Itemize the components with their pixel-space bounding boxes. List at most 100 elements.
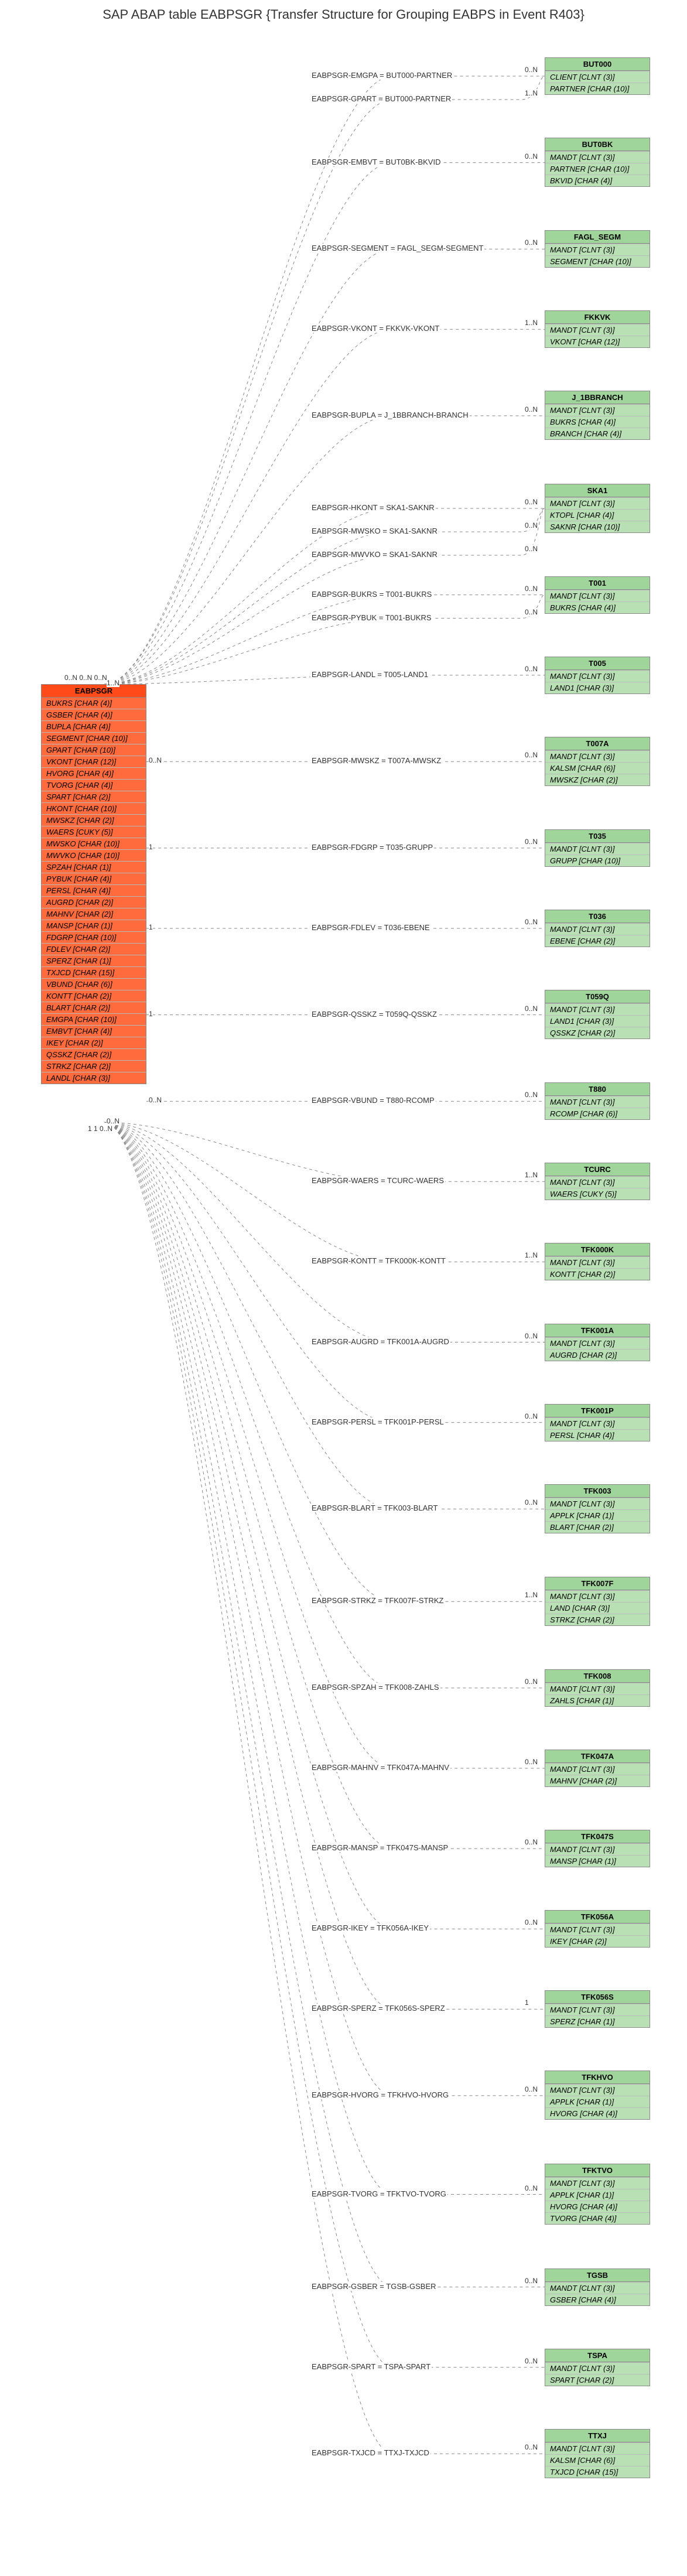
- entity-field: SPERZ [CHAR (1)]: [42, 955, 146, 966]
- entity-field: MANDT [CLNT (3)]: [545, 1096, 650, 1108]
- cardinality-right: 0..N: [525, 1091, 538, 1099]
- page-title: SAP ABAP table EABPSGR {Transfer Structu…: [0, 0, 687, 34]
- relationship-label: EABPSGR-TXJCD = TTXJ-TXJCD: [310, 2448, 430, 2457]
- cardinality-right: 0..N: [525, 918, 538, 926]
- cardinality-right: 0..N: [525, 1678, 538, 1686]
- relationship-label: EABPSGR-GPART = BUT000-PARTNER: [310, 94, 452, 103]
- entity-field: STRKZ [CHAR (2)]: [42, 1060, 146, 1072]
- cardinality-right: 0..N: [525, 2184, 538, 2192]
- entity-field: MANDT [CLNT (3)]: [545, 2282, 650, 2294]
- entity-tfk001p: TFK001PMANDT [CLNT (3)]PERSL [CHAR (4)]: [545, 1404, 650, 1441]
- cardinality-left: 0..N: [107, 1117, 119, 1125]
- entity-field: MANDT [CLNT (3)]: [545, 2442, 650, 2454]
- entity-ska1: SKA1MANDT [CLNT (3)]KTOPL [CHAR (4)]SAKN…: [545, 484, 650, 533]
- cardinality-left: 1: [107, 679, 111, 687]
- entity-field: PARTNER [CHAR (10)]: [545, 83, 650, 94]
- entity-tfk003: TFK003MANDT [CLNT (3)]APPLK [CHAR (1)]BL…: [545, 1484, 650, 1533]
- entity-field: AUGRD [CHAR (2)]: [545, 1349, 650, 1361]
- entity-header: T035: [545, 830, 650, 843]
- cardinality-left: 1: [149, 1010, 153, 1018]
- entity-field: STRKZ [CHAR (2)]: [545, 1614, 650, 1625]
- entity-field: CLIENT [CLNT (3)]: [545, 71, 650, 83]
- entity-field: BRANCH [CHAR (4)]: [545, 428, 650, 439]
- entity-field: BKVID [CHAR (4)]: [545, 175, 650, 186]
- entity-tfk047a: TFK047AMANDT [CLNT (3)]MAHNV [CHAR (2)]: [545, 1750, 650, 1787]
- entity-field: SEGMENT [CHAR (10)]: [42, 732, 146, 744]
- relationship-label: EABPSGR-TVORG = TFKTVO-TVORG: [310, 2189, 447, 2198]
- entity-header: TFK008: [545, 1670, 650, 1683]
- relationship-label: EABPSGR-GSBER = TGSB-GSBER: [310, 2282, 438, 2291]
- entity-tfktvo: TFKTVOMANDT [CLNT (3)]APPLK [CHAR (1)]HV…: [545, 2164, 650, 2225]
- entity-tfk008: TFK008MANDT [CLNT (3)]ZAHLS [CHAR (1)]: [545, 1669, 650, 1707]
- entity-field: EMBVT [CHAR (4)]: [42, 1025, 146, 1037]
- diagram-canvas: EABPSGR BUKRS [CHAR (4)]GSBER [CHAR (4)]…: [0, 34, 687, 2576]
- relationship-label: EABPSGR-PYBUK = T001-BUKRS: [310, 613, 433, 622]
- entity-field: MANDT [CLNT (3)]: [545, 750, 650, 762]
- entity-field: KONTT [CHAR (2)]: [545, 1268, 650, 1280]
- entity-field: PARTNER [CHAR (10)]: [545, 163, 650, 175]
- cardinality-right: 0..N: [525, 152, 538, 160]
- entity-field: MANDT [CLNT (3)]: [545, 1417, 650, 1429]
- entity-field: TVORG [CHAR (4)]: [42, 779, 146, 791]
- cardinality-cluster-bottom: 1 1 0..N: [88, 1125, 112, 1133]
- entity-field: HVORG [CHAR (4)]: [545, 2107, 650, 2119]
- entity-header: FAGL_SEGM: [545, 231, 650, 244]
- entity-field: LAND [CHAR (3)]: [545, 1602, 650, 1614]
- entity-field: TVORG [CHAR (4)]: [545, 2212, 650, 2224]
- entity-field: TXJCD [CHAR (15)]: [42, 966, 146, 978]
- entity-field: GSBER [CHAR (4)]: [545, 2294, 650, 2305]
- entity-field: LAND1 [CHAR (3)]: [545, 1015, 650, 1027]
- entity-field: SPZAH [CHAR (1)]: [42, 861, 146, 873]
- cardinality-right: 1..N: [525, 1171, 538, 1179]
- relationship-label: EABPSGR-SPZAH = TFK008-ZAHLS: [310, 1683, 440, 1692]
- entity-fagl_segm: FAGL_SEGMMANDT [CLNT (3)]SEGMENT [CHAR (…: [545, 230, 650, 268]
- cardinality-right: 0..N: [525, 585, 538, 593]
- cardinality-right: 0..N: [525, 2443, 538, 2451]
- entity-field: LANDL [CHAR (3)]: [42, 1072, 146, 1084]
- relationship-label: EABPSGR-MANSP = TFK047S-MANSP: [310, 1843, 449, 1852]
- cardinality-right: 0..N: [525, 545, 538, 553]
- cardinality-right: 0..N: [525, 1498, 538, 1506]
- relationship-label: EABPSGR-FDLEV = T036-EBENE: [310, 923, 431, 932]
- entity-field: EMGPA [CHAR (10)]: [42, 1013, 146, 1025]
- entity-field: MWSKZ [CHAR (2)]: [42, 814, 146, 826]
- entity-field: QSSKZ [CHAR (2)]: [545, 1027, 650, 1038]
- entity-t005: T005MANDT [CLNT (3)]LAND1 [CHAR (3)]: [545, 657, 650, 694]
- entity-field: MANDT [CLNT (3)]: [545, 404, 650, 416]
- relationship-label: EABPSGR-EMBVT = BUT0BK-BKVID: [310, 158, 442, 166]
- relationship-label: EABPSGR-MWSKO = SKA1-SAKNR: [310, 527, 439, 535]
- entity-field: APPLK [CHAR (1)]: [545, 2189, 650, 2201]
- cardinality-right: 0..N: [525, 521, 538, 529]
- entity-field: MAHNV [CHAR (2)]: [545, 1775, 650, 1786]
- entity-header: T880: [545, 1083, 650, 1096]
- entity-fkkvk: FKKVKMANDT [CLNT (3)]VKONT [CHAR (12)]: [545, 310, 650, 348]
- entity-field: MANDT [CLNT (3)]: [545, 497, 650, 509]
- entity-field: ZAHLS [CHAR (1)]: [545, 1694, 650, 1706]
- entity-but0bk: BUT0BKMANDT [CLNT (3)]PARTNER [CHAR (10)…: [545, 138, 650, 187]
- relationship-label: EABPSGR-PERSL = TFK001P-PERSL: [310, 1417, 445, 1426]
- entity-field: MANDT [CLNT (3)]: [545, 1590, 650, 1602]
- entity-field: MANDT [CLNT (3)]: [545, 2004, 650, 2015]
- entity-field: IKEY [CHAR (2)]: [42, 1037, 146, 1048]
- entity-field: GSBER [CHAR (4)]: [42, 709, 146, 720]
- cardinality-left: 1: [149, 843, 153, 851]
- entity-tfk047s: TFK047SMANDT [CLNT (3)]MANSP [CHAR (1)]: [545, 1830, 650, 1867]
- entity-field: KALSM [CHAR (6)]: [545, 762, 650, 774]
- entity-header: TSPA: [545, 2349, 650, 2362]
- relationship-label: EABPSGR-VKONT = FKKVK-VKONT: [310, 324, 440, 333]
- entity-header: T007A: [545, 737, 650, 750]
- entity-field: MANDT [CLNT (3)]: [545, 1256, 650, 1268]
- cardinality-cluster: 0..N 0..N 0..N: [64, 674, 107, 682]
- entity-field: MAHNV [CHAR (2)]: [42, 908, 146, 920]
- relationship-label: EABPSGR-MWSKZ = T007A-MWSKZ: [310, 756, 442, 765]
- entity-field: BUPLA [CHAR (4)]: [42, 720, 146, 732]
- entity-field: BUKRS [CHAR (4)]: [42, 698, 146, 709]
- entity-field: PERSL [CHAR (4)]: [42, 884, 146, 896]
- cardinality-left: 0..N: [149, 756, 162, 764]
- relationship-label: EABPSGR-WAERS = TCURC-WAERS: [310, 1176, 445, 1185]
- entity-field: PERSL [CHAR (4)]: [545, 1429, 650, 1441]
- entity-ttxj: TTXJMANDT [CLNT (3)]KALSM [CHAR (6)]TXJC…: [545, 2429, 650, 2478]
- entity-header: TFK001P: [545, 1405, 650, 1417]
- cardinality-right: 0..N: [525, 2357, 538, 2365]
- entity-j_1bbranch: J_1BBRANCHMANDT [CLNT (3)]BUKRS [CHAR (4…: [545, 391, 650, 440]
